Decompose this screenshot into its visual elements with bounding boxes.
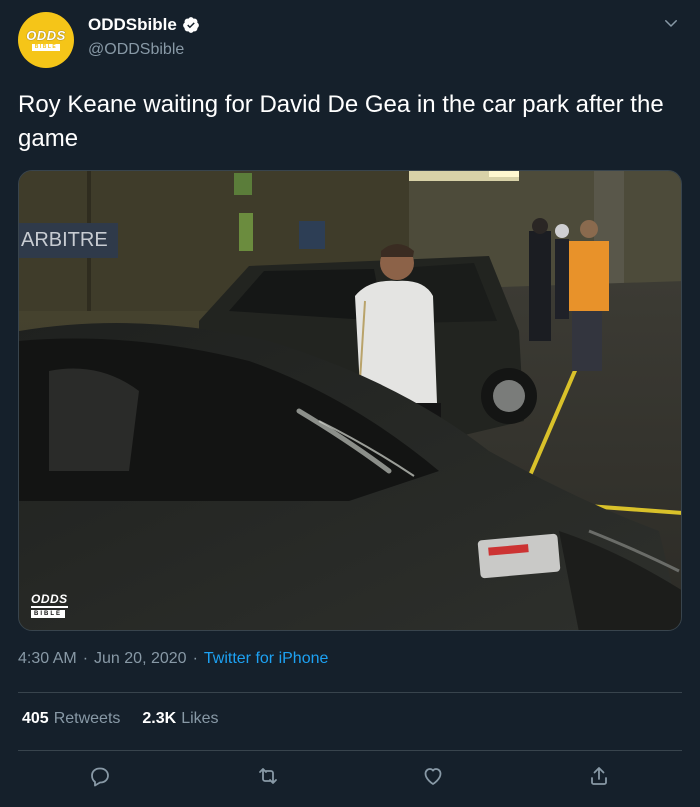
likes-label: Likes (181, 710, 219, 727)
tweet-time[interactable]: 4:30 AM (18, 650, 77, 668)
tweet-photo[interactable]: ARBITRE ODDS BIBLE (18, 170, 682, 631)
tweet: ODDS BIBLE ODDSbible @ODDSbible Roy Kean… (0, 0, 700, 807)
divider (18, 692, 682, 693)
avatar-logo-subtext: BIBLE (31, 44, 61, 51)
tweet-date[interactable]: Jun 20, 2020 (94, 650, 187, 668)
watermark-text: ODDS (31, 592, 68, 608)
watermark-subtext: BIBLE (31, 610, 65, 618)
action-bar (0, 764, 700, 794)
retweets-count: 405 (22, 710, 49, 727)
avatar-logo-text: ODDS (26, 28, 66, 43)
divider (18, 750, 682, 751)
likes-stat[interactable]: 2.3K Likes (142, 710, 218, 728)
retweet-icon[interactable] (256, 764, 280, 788)
car-park-photo (19, 171, 681, 630)
avatar[interactable]: ODDS BIBLE (18, 12, 74, 68)
meta-separator: · (82, 650, 89, 667)
reply-icon[interactable] (88, 764, 112, 788)
arbitre-sign: ARBITRE (19, 223, 118, 258)
verified-badge-icon (182, 17, 199, 33)
retweets-label: Retweets (53, 710, 121, 727)
retweets-stat[interactable]: 405 Retweets (22, 710, 120, 728)
chevron-down-icon[interactable] (662, 14, 680, 32)
user-handle[interactable]: @ODDSbible (88, 41, 184, 59)
tweet-text: Roy Keane waiting for David De Gea in th… (18, 91, 664, 152)
tweet-stats: 405 Retweets 2.3K Likes (22, 710, 219, 728)
watermark-logo: ODDS BIBLE (31, 593, 68, 618)
tweet-source-link[interactable]: Twitter for iPhone (204, 650, 329, 668)
likes-count: 2.3K (142, 710, 177, 727)
tweet-meta: 4:30 AM · Jun 20, 2020 · Twitter for iPh… (18, 650, 328, 668)
share-icon[interactable] (587, 764, 611, 788)
heart-icon[interactable] (421, 764, 445, 788)
meta-separator: · (192, 650, 198, 667)
display-name[interactable]: ODDSbible (88, 15, 177, 35)
display-name-row: ODDSbible (88, 15, 200, 35)
